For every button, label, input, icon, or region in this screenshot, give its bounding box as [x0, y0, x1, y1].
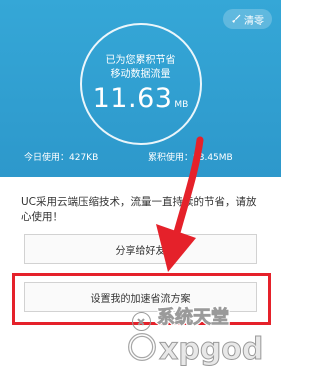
saved-unit: MB	[174, 100, 189, 110]
svg-text:xpgod: xpgod	[159, 332, 263, 367]
saved-amount: 11.63 MB	[82, 83, 200, 114]
clear-label: 清零	[244, 15, 264, 27]
today-usage: 今日使用：427KB	[24, 153, 99, 163]
savings-subcaption: 移动数据流量	[110, 69, 171, 80]
compression-description: UC采用云端压缩技术，流量一直持续的节省，请放心使用！	[21, 196, 257, 223]
watermark-logo: 系统天堂 系统天堂 xpgod	[128, 305, 264, 367]
broom-icon	[232, 14, 241, 23]
savings-header: 清零 已为您累积节省 移动数据流量 11.63 MB 今日使用：427KB 累积使…	[0, 0, 281, 177]
share-button[interactable]: 分享给好友	[24, 234, 257, 264]
clear-button[interactable]: 清零	[223, 9, 272, 29]
svg-text:系统天堂: 系统天堂	[157, 306, 229, 328]
savings-ring: 已为您累积节省 移动数据流量 11.63 MB	[79, 23, 202, 145]
saved-value: 11.63	[92, 83, 173, 114]
savings-caption: 已为您累积节省	[105, 55, 176, 66]
data-saver-screen: 清零 已为您累积节省 移动数据流量 11.63 MB 今日使用：427KB 累积使…	[0, 0, 281, 367]
total-usage: 累积使用：83.45MB	[148, 153, 233, 163]
